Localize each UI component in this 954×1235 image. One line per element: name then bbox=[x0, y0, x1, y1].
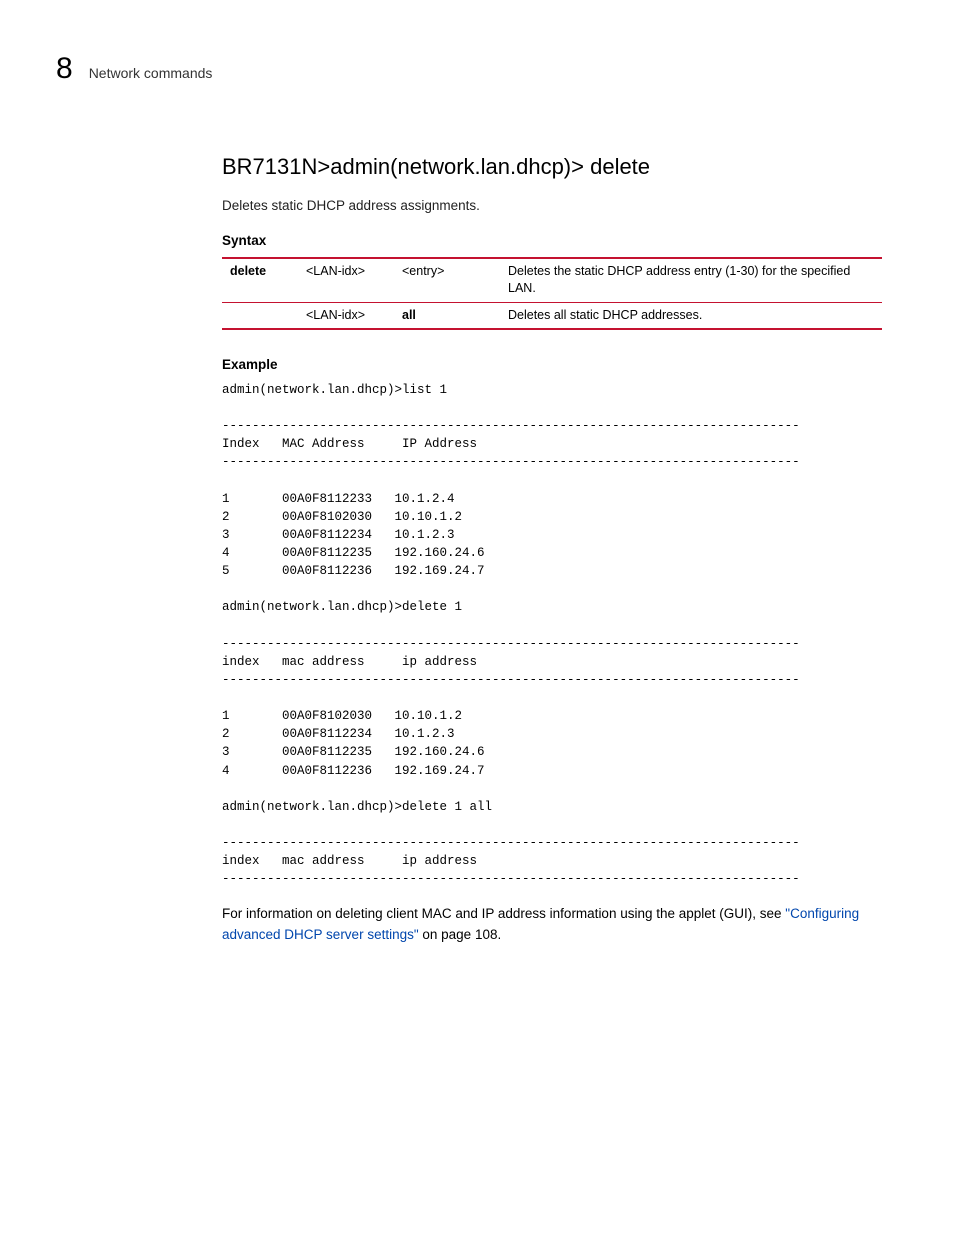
section-title: BR7131N>admin(network.lan.dhcp)> delete bbox=[222, 152, 882, 183]
syntax-desc: Deletes all static DHCP addresses. bbox=[500, 302, 882, 329]
footer-text-post: on page 108. bbox=[419, 927, 502, 942]
footer-text-pre: For information on deleting client MAC a… bbox=[222, 906, 785, 921]
section-description: Deletes static DHCP address assignments. bbox=[222, 197, 882, 216]
syntax-desc: Deletes the static DHCP address entry (1… bbox=[500, 259, 882, 303]
syntax-table: delete <LAN-idx> <entry> Deletes the sta… bbox=[222, 257, 882, 331]
syntax-arg: <entry> bbox=[394, 259, 500, 303]
chapter-number: 8 bbox=[56, 48, 73, 90]
syntax-arg: <LAN-idx> bbox=[298, 302, 394, 329]
syntax-heading: Syntax bbox=[222, 232, 882, 251]
table-row: <LAN-idx> all Deletes all static DHCP ad… bbox=[222, 302, 882, 329]
syntax-arg: <LAN-idx> bbox=[298, 259, 394, 303]
table-row: delete <LAN-idx> <entry> Deletes the sta… bbox=[222, 259, 882, 303]
syntax-command bbox=[222, 302, 298, 329]
example-code-block: admin(network.lan.dhcp)>list 1 ---------… bbox=[222, 381, 882, 889]
table-rule-bottom bbox=[222, 329, 882, 330]
chapter-title: Network commands bbox=[89, 64, 213, 84]
syntax-arg: all bbox=[394, 302, 500, 329]
footer-paragraph: For information on deleting client MAC a… bbox=[222, 904, 882, 945]
example-heading: Example bbox=[222, 356, 882, 375]
syntax-command: delete bbox=[222, 259, 298, 303]
content-body: BR7131N>admin(network.lan.dhcp)> delete … bbox=[222, 152, 882, 945]
page-header: 8 Network commands bbox=[56, 48, 882, 90]
